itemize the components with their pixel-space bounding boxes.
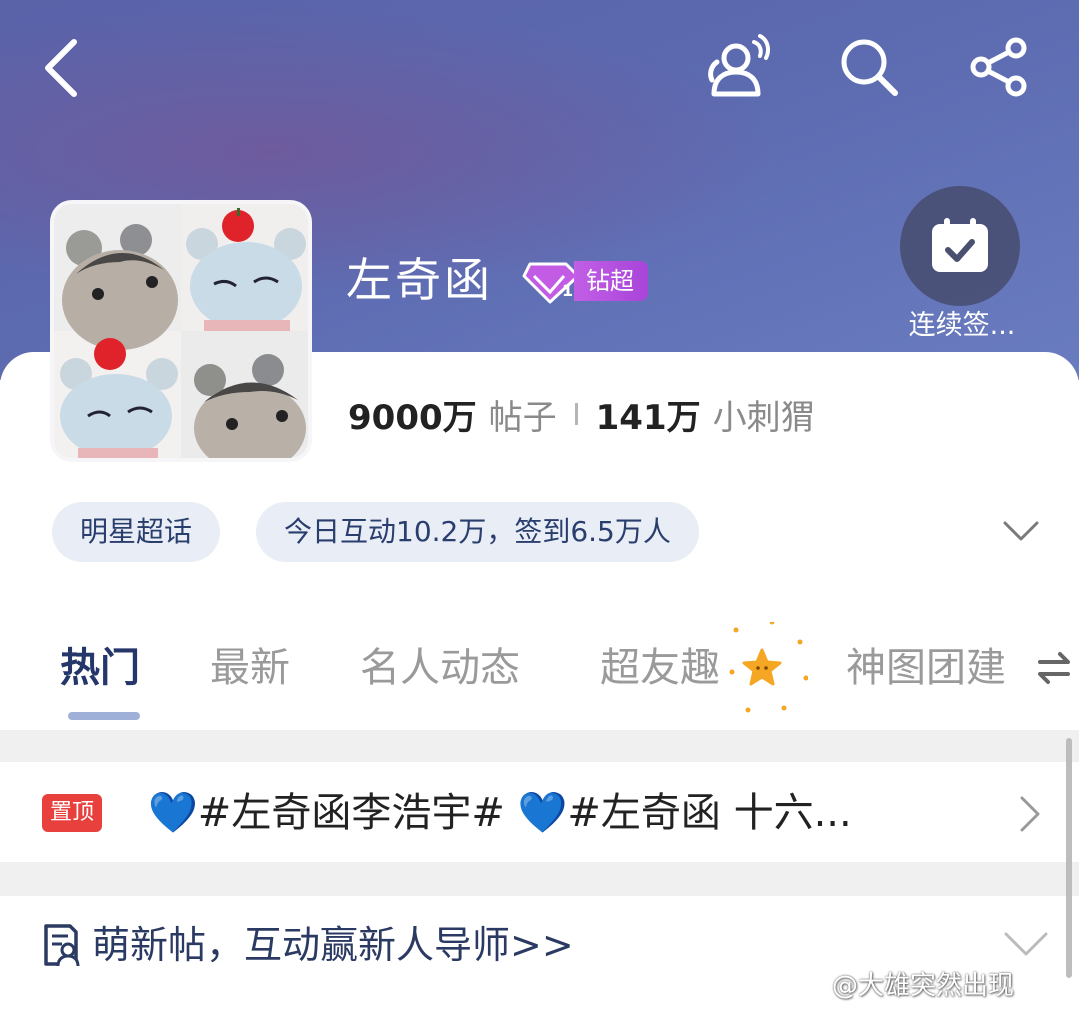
posts-label: 帖子	[488, 397, 557, 438]
interaction-icon	[708, 34, 770, 97]
tab-hot[interactable]: 热门	[60, 636, 140, 700]
pinned-post-title: 💙#左奇函李浩宇# 💙#左奇函 十六...	[148, 790, 852, 836]
chevron-down-icon	[1003, 521, 1039, 541]
topic-avatar[interactable]	[50, 200, 312, 462]
posts-count: 9000万	[348, 397, 477, 438]
back-button[interactable]	[28, 30, 92, 106]
back-arrow-icon	[45, 39, 77, 97]
search-icon	[841, 39, 898, 96]
avatar-image	[54, 204, 308, 458]
tab-super-fun[interactable]: 超友趣	[600, 636, 720, 700]
star-icon	[729, 622, 808, 713]
fans-count: 141万	[595, 397, 701, 438]
stats-divider	[574, 403, 578, 425]
pinned-tag: 置顶	[42, 794, 103, 832]
svg-text:1: 1	[562, 281, 573, 300]
watermark: @大雄突然出现	[832, 971, 1015, 1001]
fans-label: 小刺猬	[712, 397, 815, 438]
interaction-button[interactable]	[700, 30, 774, 104]
badge-label: 钻超	[574, 261, 648, 301]
diamond-icon: 1	[522, 262, 580, 304]
active-tab-indicator	[68, 712, 140, 720]
scrollbar[interactable]	[1066, 738, 1072, 978]
topic-title: 左奇函	[346, 253, 493, 307]
search-button[interactable]	[832, 30, 906, 104]
category-chip[interactable]: 明星超话	[52, 502, 221, 562]
chevron-right-icon	[1020, 796, 1040, 832]
feed-divider	[0, 730, 1079, 762]
share-button[interactable]	[962, 30, 1036, 104]
super-topic-page: 左奇函 1 钻超 连续签... 9000万 帖子 141万 小刺猬 明星超话 今…	[0, 0, 1079, 1012]
pinned-post[interactable]: 置顶 💙#左奇函李浩宇# 💙#左奇函 十六...	[0, 762, 1079, 862]
activity-chip[interactable]: 今日互动10.2万，签到6.5万人	[256, 502, 699, 562]
document-user-icon	[44, 924, 80, 967]
feed-tabs: 热门 最新 名人动态 超友趣 神图团建	[0, 636, 1079, 706]
signin-label[interactable]: 连续签...	[896, 306, 1028, 346]
tab-latest[interactable]: 最新	[210, 636, 290, 700]
expand-button[interactable]	[998, 508, 1044, 554]
super-topic-badge[interactable]: 1 钻超	[522, 258, 648, 304]
tab-team-pics[interactable]: 神图团建	[846, 636, 1006, 700]
chevron-down-icon	[1004, 932, 1048, 956]
topic-stats: 9000万 帖子 141万 小刺猬	[348, 388, 815, 440]
tab-celebrity-updates[interactable]: 名人动态	[360, 636, 520, 700]
calendar-check-icon	[932, 218, 988, 272]
swap-icon[interactable]	[1034, 648, 1074, 688]
share-icon	[970, 37, 1027, 97]
signin-button[interactable]	[900, 186, 1020, 306]
newcomer-notice-text: 萌新帖，互动赢新人导师>>	[92, 923, 574, 967]
feed-divider	[0, 862, 1079, 896]
